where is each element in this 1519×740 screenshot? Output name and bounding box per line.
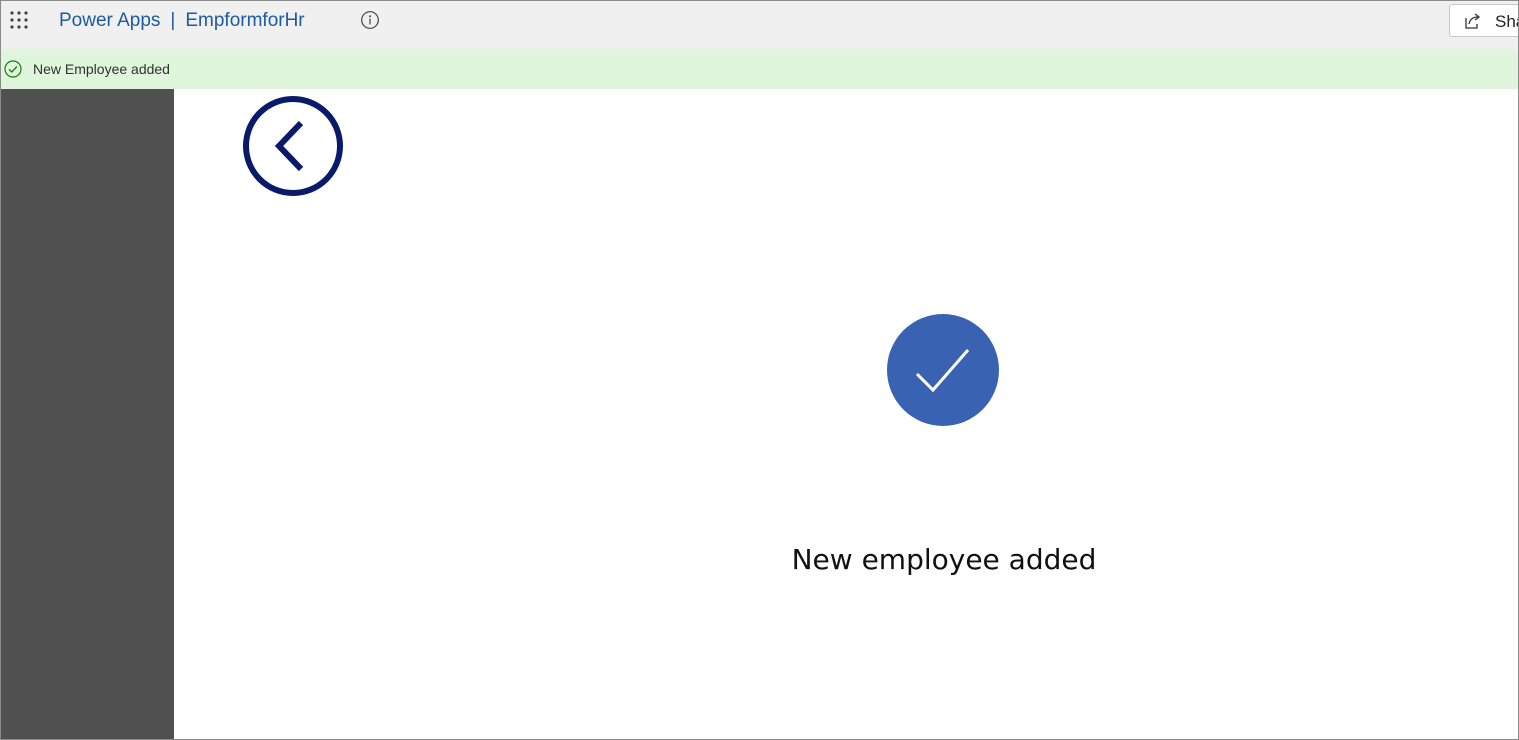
success-message: New employee added (791, 543, 1097, 576)
info-icon[interactable] (360, 10, 380, 30)
checkmark-circle-icon (887, 314, 999, 426)
top-header-bar: Power Apps | EmpformforHr Share (1, 1, 1518, 49)
share-button[interactable]: Share (1449, 4, 1518, 37)
notification-bar: New Employee added (1, 49, 1518, 89)
notification-message: New Employee added (33, 61, 170, 77)
app-window: Power Apps | EmpformforHr Share New Employ… (0, 0, 1519, 740)
product-name[interactable]: Power Apps (59, 10, 160, 31)
share-label: Share (1495, 12, 1518, 31)
left-panel (1, 89, 174, 739)
app-title: EmpformforHr (185, 10, 305, 31)
share-icon (1465, 13, 1481, 29)
breadcrumb-separator: | (170, 10, 176, 31)
success-check-icon (4, 60, 22, 78)
waffle-icon[interactable] (9, 10, 29, 30)
app-breadcrumb: Power Apps | EmpformforHr (59, 10, 305, 32)
app-canvas: New employee added (174, 89, 1518, 739)
back-arrow-circle-icon[interactable] (241, 94, 345, 198)
